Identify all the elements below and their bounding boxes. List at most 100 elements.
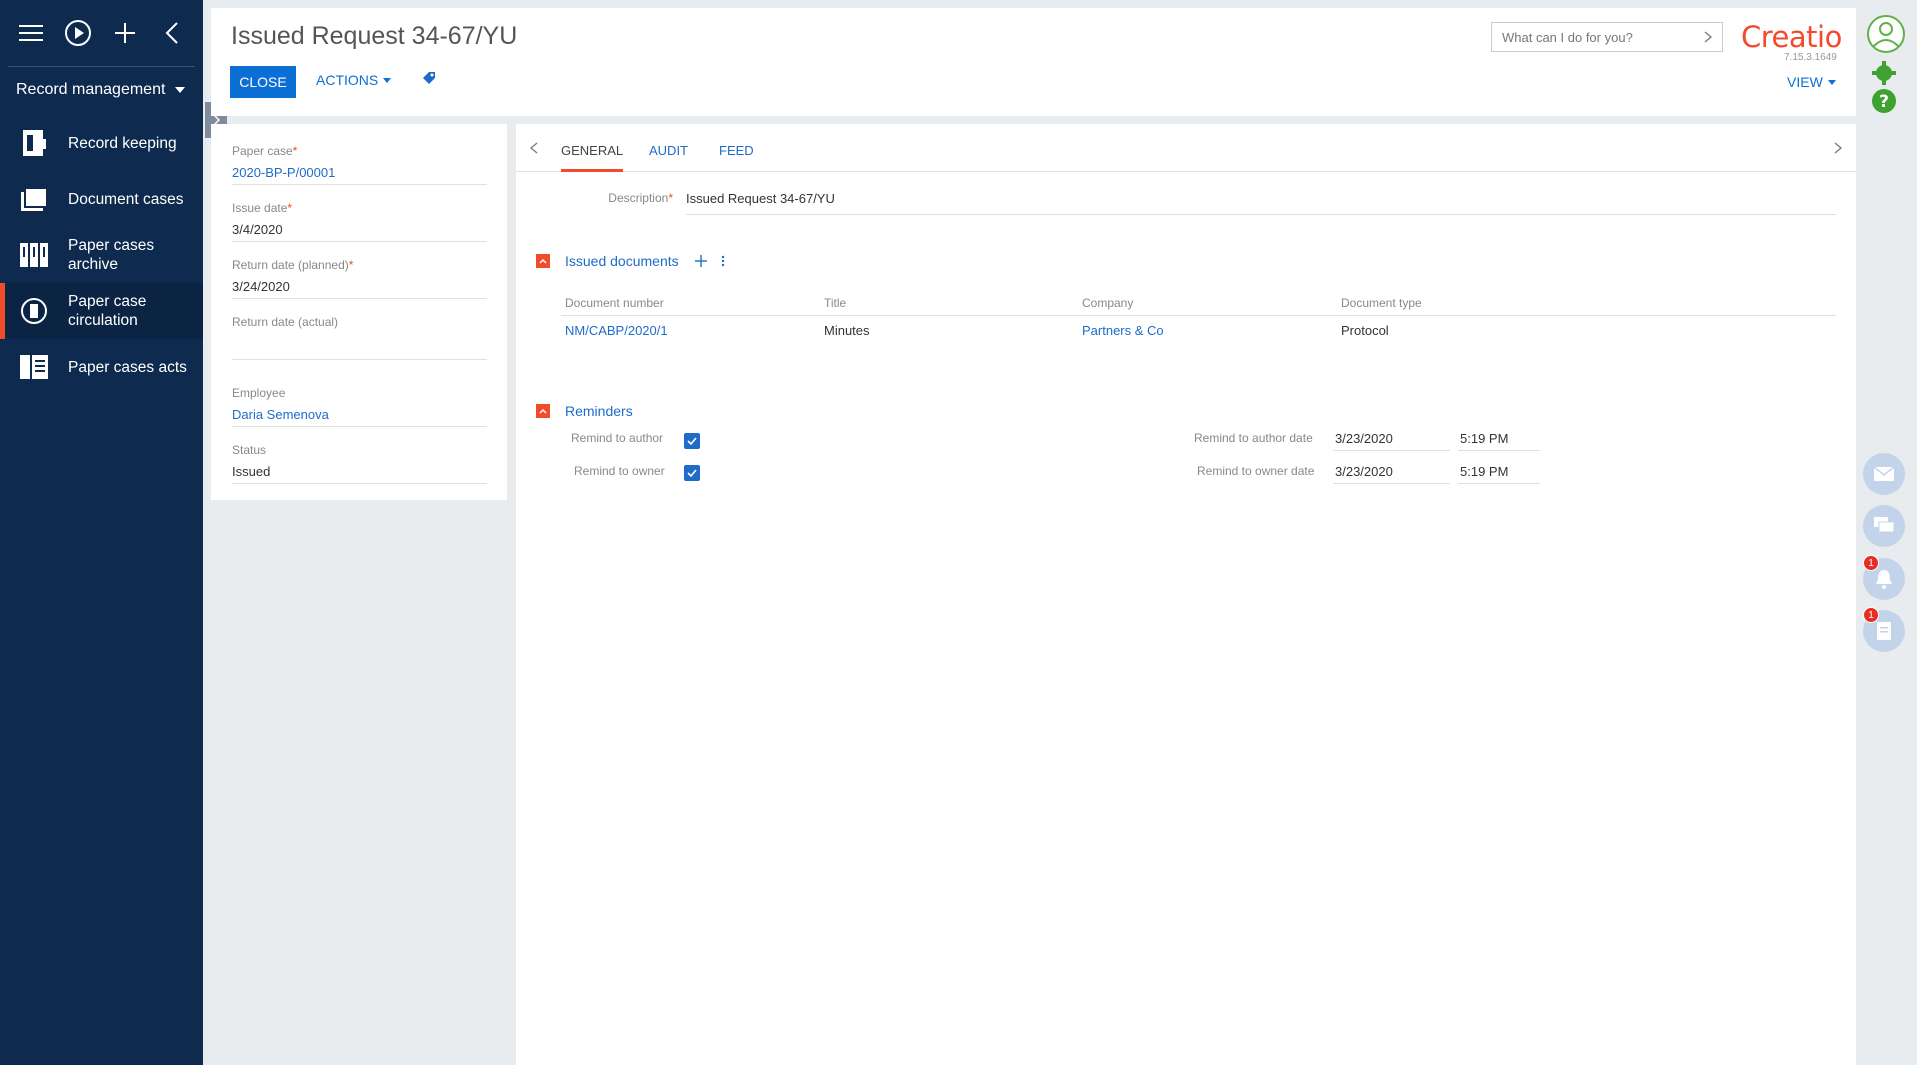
description-input[interactable]: Issued Request 34-67/YU bbox=[686, 191, 835, 206]
tag-button[interactable] bbox=[421, 70, 437, 91]
svg-text:?: ? bbox=[1879, 92, 1889, 112]
remind-author-label: Remind to author bbox=[571, 431, 664, 445]
column-header[interactable]: Company bbox=[1082, 296, 1133, 310]
chevron-right-icon[interactable] bbox=[1834, 142, 1842, 154]
nav-item-label: Record keeping bbox=[68, 134, 177, 152]
tasks-badge: 1 bbox=[1863, 607, 1879, 623]
menu-icon[interactable] bbox=[14, 16, 48, 50]
status-field: Status Issued bbox=[232, 443, 487, 484]
column-header[interactable]: Title bbox=[824, 296, 846, 310]
issued-documents-group: Issued documents bbox=[536, 253, 725, 269]
more-options-icon[interactable] bbox=[721, 255, 725, 267]
nav-item-document-cases[interactable]: Document cases bbox=[0, 171, 203, 227]
nav-item-paper-cases-acts[interactable]: Paper cases acts bbox=[0, 339, 203, 395]
profile-button[interactable] bbox=[1866, 14, 1906, 59]
reminders-title[interactable]: Reminders bbox=[565, 403, 633, 419]
table-row[interactable]: NM/CABP/2020/1 Minutes Partners & Co Pro… bbox=[561, 321, 1836, 345]
page-header: Issued Request 34-67/YU CLOSE ACTIONS Wh… bbox=[211, 8, 1856, 116]
help-button[interactable]: ? bbox=[1871, 88, 1897, 119]
employee-value[interactable]: Daria Semenova bbox=[232, 403, 487, 427]
chevron-left-icon[interactable] bbox=[530, 142, 538, 154]
issued-documents-header: Document number Title Company Document t… bbox=[561, 294, 1836, 316]
record-keeping-icon bbox=[23, 130, 46, 156]
issue-date-field: Issue date* 3/4/2020 bbox=[232, 201, 487, 242]
view-label: VIEW bbox=[1787, 74, 1823, 90]
close-button[interactable]: CLOSE bbox=[230, 66, 296, 98]
nav-item-paper-cases-archive[interactable]: Paper cases archive bbox=[0, 227, 203, 283]
archive-icon bbox=[20, 243, 48, 267]
remind-owner-checkbox[interactable] bbox=[684, 465, 700, 481]
company-link[interactable]: Partners & Co bbox=[1082, 323, 1164, 338]
notifications-button[interactable]: 1 bbox=[1863, 555, 1905, 600]
nav-item-record-keeping[interactable]: Record keeping bbox=[0, 115, 203, 171]
document-number-link[interactable]: NM/CABP/2020/1 bbox=[565, 323, 668, 338]
play-icon[interactable] bbox=[61, 16, 95, 50]
chevron-right-icon bbox=[1704, 31, 1712, 43]
return-actual-field: Return date (actual) bbox=[232, 315, 487, 360]
collapse-toggle-icon[interactable] bbox=[536, 404, 550, 418]
page-title: Issued Request 34-67/YU bbox=[231, 22, 518, 50]
remind-author-time-input[interactable]: 5:19 PM bbox=[1458, 427, 1540, 451]
chevron-down-icon bbox=[383, 77, 392, 83]
actions-button[interactable]: ACTIONS bbox=[316, 72, 392, 88]
view-button[interactable]: VIEW bbox=[1787, 74, 1836, 90]
creatio-logo: Creatio bbox=[1741, 20, 1842, 54]
status-value[interactable]: Issued bbox=[232, 460, 487, 484]
column-header[interactable]: Document type bbox=[1341, 296, 1422, 310]
remind-owner-label: Remind to owner bbox=[574, 464, 665, 478]
field-underline bbox=[686, 214, 1836, 215]
issued-documents-title[interactable]: Issued documents bbox=[565, 253, 679, 269]
nav-item-label: Paper cases archive bbox=[68, 237, 155, 273]
tab-feed[interactable]: FEED bbox=[719, 143, 754, 172]
plus-icon[interactable] bbox=[108, 16, 142, 50]
nav-item-label: Document cases bbox=[68, 190, 184, 208]
gear-icon bbox=[1872, 61, 1896, 85]
email-button[interactable] bbox=[1863, 453, 1905, 495]
tasks-button[interactable]: 1 bbox=[1863, 607, 1905, 652]
issue-date-label: Issue date bbox=[232, 201, 288, 215]
remind-author-date-label: Remind to author date bbox=[1194, 431, 1313, 445]
paper-case-value[interactable]: 2020-BP-P/00001 bbox=[232, 161, 487, 185]
tab-general[interactable]: GENERAL bbox=[561, 143, 624, 172]
required-marker: * bbox=[287, 201, 293, 215]
column-header[interactable]: Document number bbox=[565, 296, 664, 310]
remind-author-date-input[interactable]: 3/23/2020 bbox=[1333, 427, 1450, 451]
actions-label: ACTIONS bbox=[316, 72, 379, 88]
tab-audit[interactable]: AUDIT bbox=[649, 143, 688, 172]
main-content-panel: GENERAL AUDIT FEED Description* Issued R… bbox=[516, 124, 1856, 1065]
return-actual-input[interactable] bbox=[232, 332, 487, 360]
settings-button[interactable] bbox=[1871, 60, 1897, 91]
bell-icon bbox=[1876, 570, 1892, 589]
collapse-chevron-icon[interactable] bbox=[155, 16, 189, 50]
email-icon bbox=[1873, 466, 1895, 481]
checkmark-icon bbox=[687, 437, 697, 445]
issue-date-input[interactable]: 3/4/2020 bbox=[232, 218, 487, 242]
remind-owner-date-label: Remind to owner date bbox=[1197, 464, 1315, 478]
description-field: Description* Issued Request 34-67/YU bbox=[516, 187, 1836, 215]
search-placeholder: What can I do for you? bbox=[1502, 29, 1633, 45]
nav-section-selector[interactable]: Record management bbox=[0, 67, 203, 113]
checkmark-icon bbox=[687, 469, 697, 477]
acts-icon bbox=[20, 355, 48, 379]
remind-owner-date-input[interactable]: 3/23/2020 bbox=[1333, 460, 1450, 484]
paper-case-label: Paper case bbox=[232, 144, 293, 158]
command-line-input[interactable]: What can I do for you? bbox=[1491, 22, 1723, 52]
return-planned-input[interactable]: 3/24/2020 bbox=[232, 275, 487, 299]
chat-icon bbox=[1874, 517, 1895, 533]
help-icon: ? bbox=[1872, 89, 1896, 113]
chat-button[interactable] bbox=[1863, 505, 1905, 547]
version-label: 7.15.3.1649 bbox=[1784, 52, 1837, 63]
remind-owner-time-input[interactable]: 5:19 PM bbox=[1458, 460, 1540, 484]
right-rail: ? 1 1 bbox=[1856, 0, 1917, 1065]
user-profile-icon bbox=[1867, 15, 1905, 53]
remind-author-checkbox[interactable] bbox=[684, 433, 700, 449]
collapse-toggle-icon[interactable] bbox=[536, 254, 550, 268]
nav-item-paper-case-circulation[interactable]: Paper case circulation bbox=[0, 283, 203, 339]
required-marker: * bbox=[668, 191, 673, 205]
add-icon[interactable] bbox=[694, 255, 707, 267]
task-list-icon bbox=[1877, 622, 1891, 640]
paper-case-field: Paper case* 2020-BP-P/00001 bbox=[232, 144, 487, 185]
nav-item-label: Paper cases acts bbox=[68, 358, 187, 376]
tag-icon bbox=[423, 72, 435, 84]
required-marker: * bbox=[348, 258, 354, 272]
